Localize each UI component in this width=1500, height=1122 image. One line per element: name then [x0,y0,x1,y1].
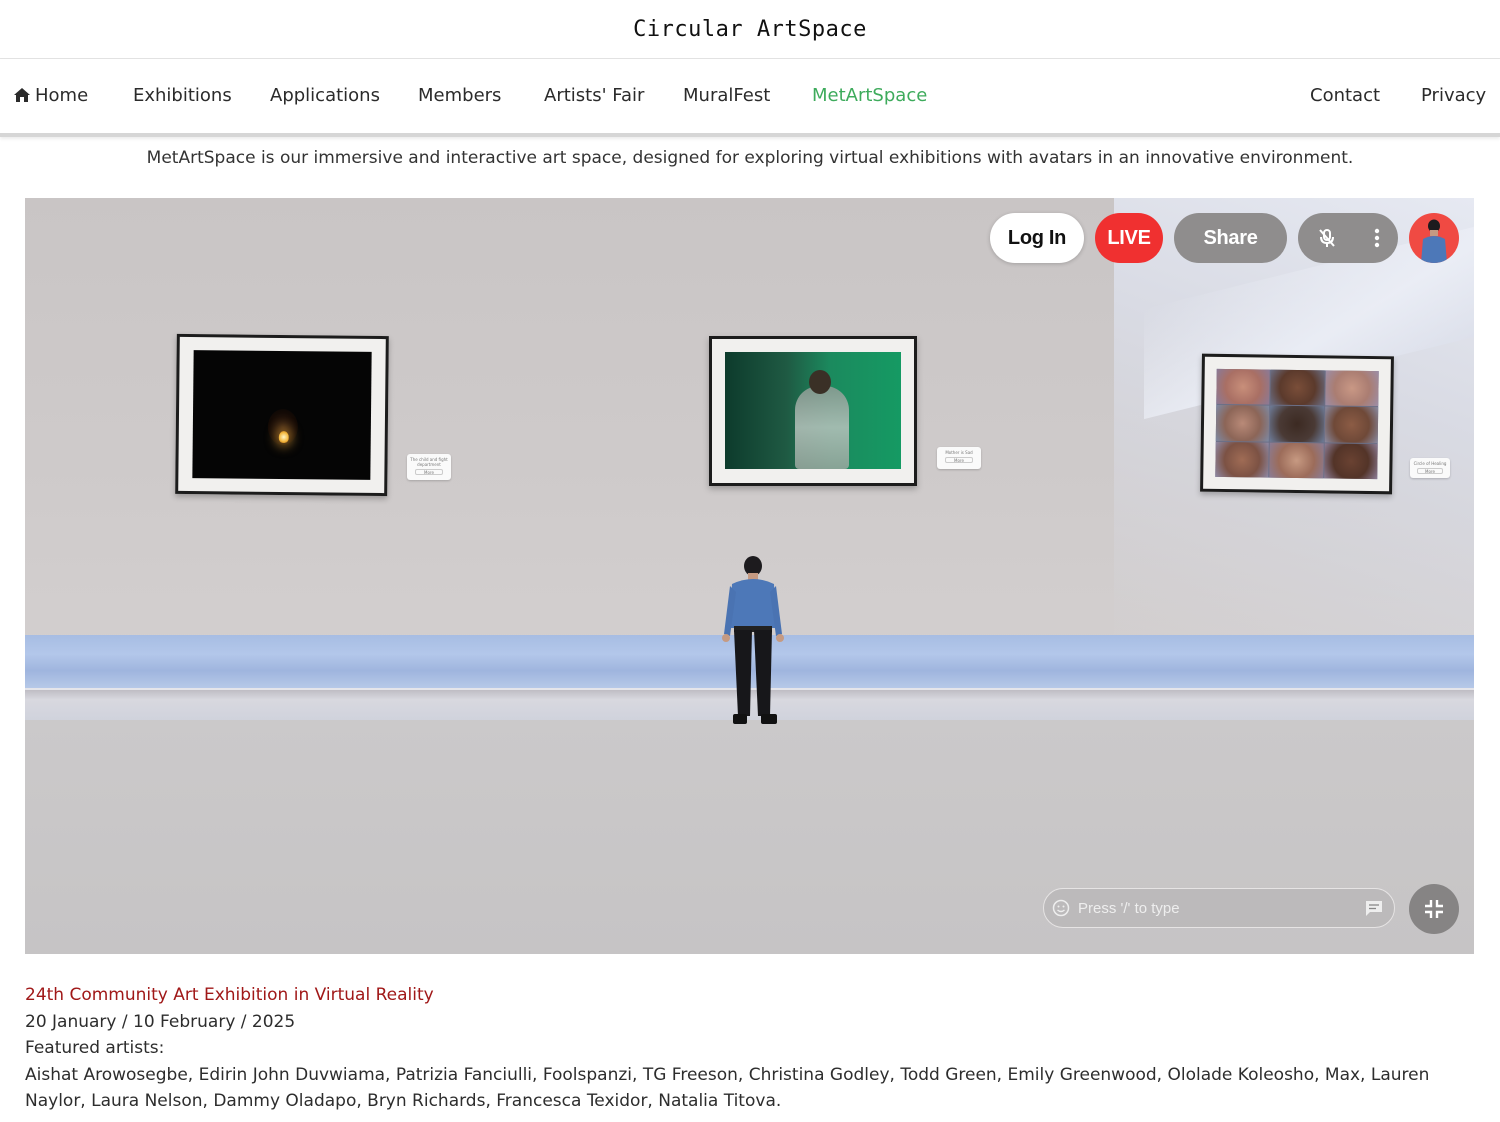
featured-artists-label: Featured artists: [25,1038,165,1058]
mic-off-icon[interactable] [1316,227,1338,249]
main-nav: Home Exhibitions Applications Members Ar… [0,59,1500,137]
exhibition-title[interactable]: 24th Community Art Exhibition in Virtual… [25,982,1485,1009]
artwork-candle [192,350,372,480]
plaque-title-1: The child and fight department [410,457,448,467]
more-vertical-icon[interactable] [1373,227,1381,249]
share-button[interactable]: Share [1174,213,1287,263]
nav-home-label: Home [35,85,89,106]
nav-contact[interactable]: Contact [1310,85,1380,106]
exit-fullscreen-icon [1425,900,1443,918]
audio-menu-group [1298,213,1398,263]
exit-fullscreen-button[interactable] [1409,884,1459,934]
player-avatar[interactable] [718,556,788,728]
chat-placeholder: Press '/' to type [1078,899,1180,917]
nav-metartspace[interactable]: MetArtSpace [812,85,927,106]
emoji-icon[interactable] [1052,899,1070,917]
home-icon [14,88,30,102]
artwork-frame-1[interactable] [175,333,389,497]
artwork-plaque-1[interactable]: The child and fight department More [407,454,451,480]
plaque-button-1[interactable]: More [414,469,444,475]
artwork-frame-2[interactable] [709,336,917,486]
chat-input[interactable]: Press '/' to type [1043,888,1395,928]
nav-exhibitions[interactable]: Exhibitions [133,85,232,106]
artwork-plaque-2[interactable]: Mother is Sad More [937,447,981,469]
nav-artists-fair[interactable]: Artists' Fair [544,85,644,106]
exhibition-info: 24th Community Art Exhibition in Virtual… [25,982,1485,1115]
nav-applications[interactable]: Applications [270,85,380,106]
user-avatar-button[interactable] [1409,213,1459,263]
exhibition-dates: 20 January / 10 February / 2025 [25,1011,296,1032]
avatar-thumbnail-icon [1421,219,1447,263]
plaque-title-2: Mother is Sad [945,450,973,455]
login-button[interactable]: Log In [990,213,1084,263]
featured-artists-list: Aishat Arowosegbe, Edirin John Duvwiama,… [25,1064,1430,1112]
chat-bubble-icon[interactable] [1364,899,1384,917]
artwork-hands-grid [1215,368,1379,480]
live-button[interactable]: LIVE [1095,213,1163,263]
nav-home[interactable]: Home [14,85,88,106]
plaque-button-2[interactable]: More [944,457,974,463]
artwork-frame-3[interactable] [1200,353,1394,495]
artwork-green-curtain [725,352,901,469]
intro-text: MetArtSpace is our immersive and interac… [146,148,1354,168]
plaque-button-3[interactable]: More [1417,468,1443,474]
nav-privacy[interactable]: Privacy [1421,85,1486,106]
artwork-plaque-3[interactable]: Circle of Healing More [1410,458,1450,478]
nav-muralfest[interactable]: MuralFest [683,85,770,106]
nav-members[interactable]: Members [418,85,501,106]
site-title[interactable]: Circular ArtSpace [0,0,1500,59]
plaque-title-3: Circle of Healing [1413,461,1447,466]
virtual-space-viewer[interactable]: The child and fight department More Moth… [25,198,1474,954]
